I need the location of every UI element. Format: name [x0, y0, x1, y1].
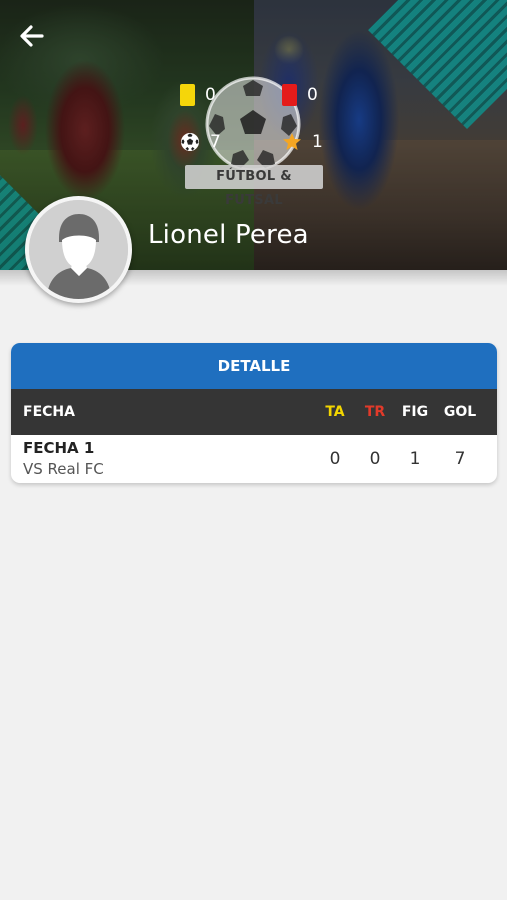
figure-stat: 1	[282, 132, 323, 152]
figure-count: 1	[312, 132, 323, 152]
arrow-left-icon	[20, 25, 44, 47]
detail-card: DETALLE FECHA TA TR FIG GOL FECHA 1 VS R…	[11, 343, 497, 483]
row-fig: 1	[409, 449, 421, 469]
back-button[interactable]	[14, 20, 50, 52]
column-fecha: FECHA	[23, 404, 75, 420]
row-rival: VS Real FC	[23, 460, 104, 478]
table-row[interactable]: FECHA 1 VS Real FC 0 0 1 7	[11, 435, 497, 483]
user-silhouette-icon	[29, 200, 128, 299]
row-tr: 0	[369, 449, 381, 469]
yellow-cards-count: 0	[205, 85, 216, 105]
soccer-ball-icon	[181, 133, 199, 151]
red-cards-count: 0	[307, 85, 318, 105]
player-name: Lionel Perea	[148, 220, 309, 250]
red-cards-stat: 0	[282, 84, 318, 106]
goals-count: 7	[210, 132, 221, 152]
table-header: FECHA TA TR FIG GOL	[11, 389, 497, 435]
column-tr: TR	[364, 404, 386, 420]
column-ta: TA	[325, 404, 345, 420]
row-gol: 7	[454, 449, 466, 469]
logo-text: FÚTBOL & FUTSAL	[185, 165, 323, 208]
red-card-icon	[282, 84, 297, 106]
star-icon	[283, 133, 301, 150]
yellow-card-icon	[180, 84, 195, 106]
goals-stat: 7	[180, 132, 221, 152]
yellow-cards-stat: 0	[180, 84, 216, 106]
row-ta: 0	[329, 449, 341, 469]
avatar	[25, 196, 132, 303]
detail-title: DETALLE	[11, 343, 497, 389]
column-gol: GOL	[443, 404, 477, 420]
row-fecha: FECHA 1	[23, 439, 95, 457]
column-fig: FIG	[401, 404, 429, 420]
